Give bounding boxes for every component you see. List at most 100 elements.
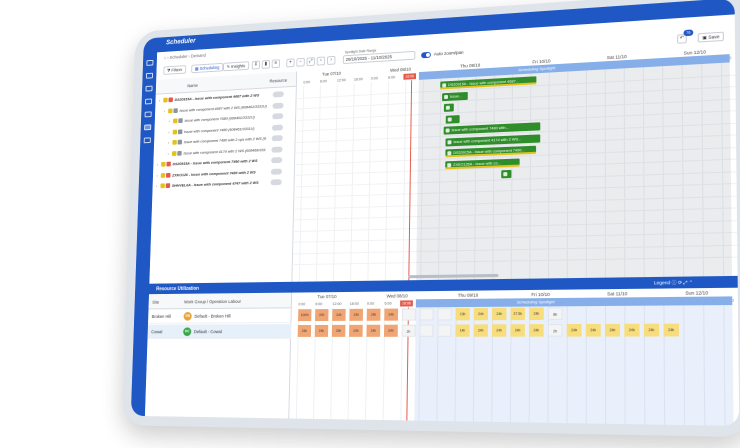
sort-icon[interactable]: ≡ bbox=[271, 59, 281, 69]
resource-pill[interactable] bbox=[272, 113, 284, 120]
utilization-cell[interactable]: 24h bbox=[624, 323, 640, 337]
truck-icon[interactable] bbox=[145, 72, 154, 79]
expand-chevron-icon[interactable]: › bbox=[156, 184, 157, 189]
expand-chevron-icon[interactable]: › bbox=[157, 162, 158, 167]
breadcrumb-demand: Demand bbox=[190, 52, 206, 59]
expand-chevron-icon[interactable]: › bbox=[169, 119, 170, 124]
utilization-cell[interactable]: 24h bbox=[492, 307, 507, 321]
utilization-cell[interactable]: 24h bbox=[529, 307, 544, 321]
utilization-cell[interactable]: 24h bbox=[349, 308, 364, 321]
utilization-cell[interactable]: 24h bbox=[663, 323, 680, 337]
next-icon[interactable]: › bbox=[326, 55, 336, 65]
prev-icon[interactable]: ‹ bbox=[316, 56, 326, 66]
expand-chevron-icon[interactable]: › bbox=[168, 140, 169, 145]
hour-label: 18:00 bbox=[349, 301, 359, 306]
breadcrumb-scheduler[interactable]: Scheduler bbox=[170, 54, 188, 60]
insights-tab[interactable]: ✎ Insights bbox=[223, 61, 249, 72]
column-site[interactable]: Site bbox=[152, 300, 159, 305]
home-icon[interactable] bbox=[146, 59, 154, 66]
utilization-cell[interactable]: 24h bbox=[332, 308, 346, 321]
calendar-grid-icon[interactable] bbox=[143, 137, 151, 144]
utilization-cell[interactable]: 24h bbox=[349, 324, 363, 337]
utilization-cell[interactable]: 8h bbox=[547, 307, 563, 320]
resource-pill[interactable] bbox=[272, 91, 284, 98]
task-label: Issue with component 7480 with 2 ops wit… bbox=[183, 135, 267, 145]
utilization-cell[interactable]: 24h bbox=[315, 309, 329, 322]
utilization-cell[interactable]: 24h bbox=[491, 324, 507, 337]
utilization-cell[interactable]: 24h bbox=[384, 308, 399, 321]
filter-icon: ⧩ bbox=[166, 67, 171, 73]
utilization-cell[interactable]: 2h bbox=[401, 324, 416, 337]
utilization-cell[interactable]: 24h bbox=[510, 324, 525, 337]
utilization-row[interactable]: Broken Hill DB Default - Broken Hill bbox=[148, 308, 292, 324]
task-label: Issue with component 7480 (608461/3331U) bbox=[184, 125, 255, 134]
tool-icon[interactable] bbox=[144, 111, 152, 118]
utilization-cell[interactable]: 24h bbox=[366, 308, 381, 321]
filters-button[interactable]: ⧩ Filters bbox=[163, 65, 186, 75]
column-work-group[interactable]: Work Group / Operation Labour bbox=[184, 299, 241, 304]
home-icon[interactable]: ⌂ bbox=[164, 55, 167, 60]
task-bar[interactable] bbox=[501, 169, 512, 179]
insights-label: Insights bbox=[231, 63, 246, 69]
utilization-cell[interactable]: 27.5h bbox=[510, 307, 526, 321]
utilization-cell[interactable]: 100% bbox=[298, 309, 312, 322]
expand-icon[interactable]: ⇕ bbox=[251, 60, 261, 70]
resource-pill[interactable] bbox=[271, 157, 283, 164]
expand-chevron-icon[interactable]: › bbox=[156, 173, 157, 178]
utilization-cell[interactable] bbox=[419, 324, 434, 337]
expand-chevron-icon[interactable]: › bbox=[168, 130, 169, 135]
chart-icon[interactable] bbox=[145, 98, 153, 105]
day-label: Wed 08/10 bbox=[390, 66, 412, 73]
utilization-cell[interactable]: 24h bbox=[643, 323, 660, 337]
auto-zoom-toggle[interactable] bbox=[421, 51, 431, 59]
hour-label: 0:00 bbox=[303, 80, 311, 85]
legend-button[interactable]: Legend ⓘ ⟳ ⤢ ⌃ bbox=[654, 280, 693, 287]
utilization-cell[interactable]: 24h bbox=[314, 324, 329, 337]
utilization-cell[interactable]: 24h bbox=[473, 324, 488, 337]
scheduling-tab[interactable]: ▦ Scheduling bbox=[191, 62, 224, 74]
column-name[interactable]: Name bbox=[187, 83, 198, 88]
insights-icon: ✎ bbox=[226, 64, 231, 70]
list-icon[interactable] bbox=[144, 124, 152, 131]
fit-icon[interactable]: ⤢ bbox=[306, 57, 315, 67]
task-bar[interactable] bbox=[443, 103, 454, 112]
copy-icon[interactable]: ▮ bbox=[261, 59, 271, 69]
utilization-cell[interactable]: 24h bbox=[297, 325, 312, 337]
utilization-cell[interactable] bbox=[401, 308, 416, 321]
resource-pill[interactable] bbox=[270, 168, 283, 175]
utilization-cell[interactable]: 24h bbox=[566, 323, 582, 337]
utilization-cell[interactable]: 24h bbox=[604, 323, 621, 337]
utilization-cell[interactable]: 24h bbox=[366, 324, 381, 337]
resource-pill[interactable] bbox=[271, 146, 283, 153]
utilization-row[interactable]: Cowal DC Default - Cowal bbox=[147, 324, 292, 340]
utilization-cell[interactable]: 24h bbox=[585, 323, 601, 337]
utilization-cell[interactable] bbox=[419, 308, 434, 321]
utilization-cell[interactable]: 24h bbox=[383, 324, 398, 337]
resource-pill[interactable] bbox=[271, 124, 284, 131]
zoom-out-icon[interactable]: − bbox=[296, 57, 305, 67]
utilization-cell[interactable]: 24h bbox=[331, 324, 346, 337]
expand-chevron-icon[interactable]: › bbox=[159, 98, 160, 103]
expand-chevron-icon[interactable]: › bbox=[168, 151, 169, 156]
resource-pill[interactable] bbox=[270, 179, 282, 186]
resource-pill[interactable] bbox=[271, 135, 283, 142]
utilization-cell[interactable]: 13h bbox=[455, 308, 470, 321]
utilization-cell[interactable]: 14h bbox=[455, 324, 470, 337]
resource-pill[interactable] bbox=[272, 102, 284, 109]
warning-icon bbox=[171, 150, 177, 156]
save-button[interactable]: ▣ Save bbox=[697, 31, 724, 43]
expand-chevron-icon[interactable]: › bbox=[164, 108, 165, 113]
utilization-cell[interactable]: 24h bbox=[473, 307, 489, 321]
utilization-cell[interactable]: 2h bbox=[547, 324, 563, 337]
utilization-cell[interactable]: 24h bbox=[529, 324, 544, 337]
task-bar[interactable]: Issue... bbox=[442, 91, 468, 101]
column-resource[interactable]: Resource bbox=[269, 78, 287, 84]
hour-label: 12:00 bbox=[336, 78, 346, 83]
zoom-in-icon[interactable]: + bbox=[286, 58, 295, 68]
utilization-timeline[interactable]: Tue 07/10 0:00 6:00 12:00 18:00 Wed 08/10 0:00… bbox=[290, 288, 739, 426]
task-bar[interactable] bbox=[445, 114, 460, 124]
calendar-icon[interactable] bbox=[145, 85, 153, 92]
gantt-timeline[interactable]: Tue 07/10 0:00 6:00 12:00 18:00 Wed 08/10 0:00… bbox=[293, 45, 738, 282]
utilization-cell[interactable] bbox=[437, 308, 452, 321]
utilization-cell[interactable] bbox=[437, 324, 452, 337]
